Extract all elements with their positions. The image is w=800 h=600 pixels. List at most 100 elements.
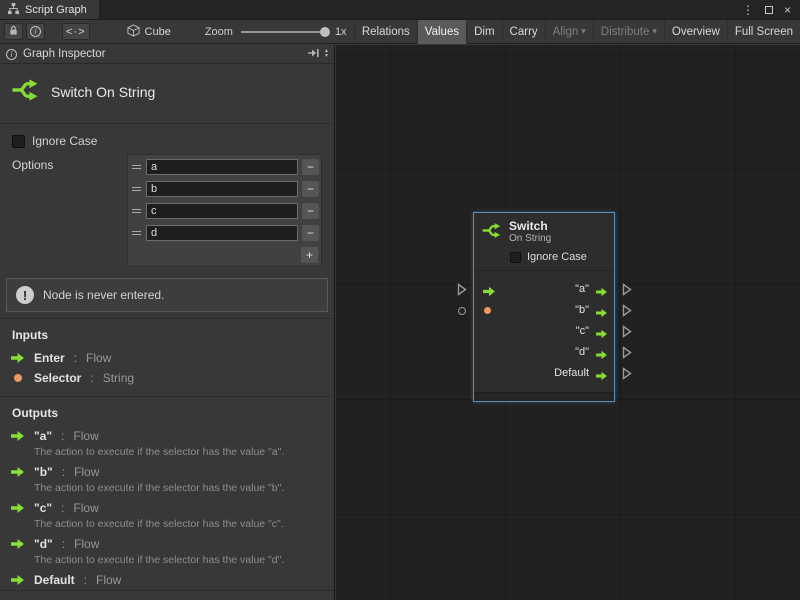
unit-title-block: Switch On String [0,64,334,123]
drag-handle-icon[interactable] [130,187,142,191]
port-type: Flow [73,429,98,443]
flow-input-port[interactable] [457,283,467,304]
flow-arrow-icon [10,430,25,442]
align-button[interactable]: Align ▾ [545,20,593,44]
switch-on-string-node[interactable]: Switch On String Ignore Case "a" [473,212,615,402]
port-name: Selector [34,371,81,385]
spin-down-icon[interactable]: ▾ [325,54,328,59]
warning-text: Node is never entered. [43,288,164,302]
option-input[interactable] [146,159,298,175]
distribute-button[interactable]: Distribute ▾ [593,20,664,44]
node-footer [474,392,614,401]
flow-arrow-icon[interactable] [595,368,608,389]
flow-output-port[interactable] [622,367,632,388]
port-type: Flow [86,351,111,365]
output-port-row: Default : Flow [0,570,334,590]
chevron-down-icon: ▾ [652,27,657,36]
zoom-slider[interactable] [241,31,327,33]
flow-output-port[interactable] [622,346,632,367]
output-port-row: "a" : Flow [0,426,334,446]
add-option-button[interactable]: + [301,247,318,263]
full-screen-button[interactable]: Full Screen [727,20,800,44]
node-title: Switch [509,220,551,233]
graph-context[interactable]: Cube [127,24,171,40]
values-button[interactable]: Values [417,20,466,44]
kebab-menu-icon[interactable]: ⋮ [742,3,754,17]
ignore-case-checkbox[interactable] [510,252,521,263]
tab-script-graph[interactable]: Script Graph [0,0,99,19]
remove-option-button[interactable]: − [302,181,319,197]
lock-button[interactable] [4,23,23,40]
option-item: − [130,156,319,178]
option-input[interactable] [146,203,298,219]
options-label: Options [12,154,127,267]
dock-icon[interactable] [307,48,320,61]
overview-button[interactable]: Overview [664,20,727,44]
port-row: "c" [474,321,614,342]
port-name: "b" [34,465,53,479]
flow-output-port[interactable] [622,304,632,325]
port-description: The action to execute if the selector ha… [0,446,334,462]
port-type: String [103,371,134,385]
drag-handle-icon[interactable] [130,209,142,213]
lock-icon [8,25,19,39]
flow-arrow-icon [10,352,25,364]
tab-strip: Script Graph ⋮ × [0,0,800,20]
inspect-toggle-button[interactable]: i [26,23,45,40]
options-list: − − − − + [127,154,322,267]
option-input[interactable] [146,181,298,197]
input-port-row: Selector : String [0,368,334,388]
node-header: Switch On String [474,213,614,248]
drag-handle-icon[interactable] [130,165,142,169]
port-type: Flow [74,465,99,479]
switch-unit-icon [10,75,40,108]
flow-output-port[interactable] [622,325,632,346]
inspector-header-title: Graph Inspector [23,48,105,60]
distribute-label: Distribute [601,26,650,38]
close-icon[interactable]: × [784,3,791,17]
option-input[interactable] [146,225,298,241]
remove-option-button[interactable]: − [302,159,319,175]
remove-option-button[interactable]: − [302,203,319,219]
string-dot-icon [10,374,25,382]
port-name: "a" [34,429,52,443]
zoom-slider-handle[interactable] [320,27,330,37]
output-port-row: "d" : Flow [0,534,334,554]
info-icon: i [30,26,41,37]
graph-canvas[interactable]: Switch On String Ignore Case "a" [336,45,800,600]
carry-button[interactable]: Carry [502,20,545,44]
zoom-value: 1x [335,26,347,38]
port-row: "d" [474,342,614,363]
chevron-down-icon: ▾ [581,27,586,36]
port-row: "b" [474,300,614,321]
graph-inspector-panel: i Graph Inspector ▴ ▾ Switch On String I… [0,45,335,600]
flow-arrow-icon [10,574,25,586]
inspector-header: i Graph Inspector ▴ ▾ [0,45,334,64]
selector-input-port[interactable] [458,307,466,315]
inspector-footer [0,590,334,600]
port-name: "c" [34,501,52,515]
code-view-button[interactable]: <·> [62,23,90,40]
option-item: − [130,200,319,222]
ignore-case-checkbox[interactable] [12,135,25,148]
remove-option-button[interactable]: − [302,225,319,241]
flow-arrow-icon [10,502,25,514]
selector-dot-icon[interactable] [484,307,491,314]
flow-output-port[interactable] [622,283,632,304]
outputs-header: Outputs [0,397,334,426]
spinner-icon[interactable]: ▴ ▾ [325,49,328,59]
drag-handle-icon[interactable] [130,231,142,235]
node-ports: "a" "b" [474,271,614,389]
port-label: "a" [575,283,589,295]
relations-button[interactable]: Relations [354,20,417,44]
ignore-case-label: Ignore Case [527,251,587,263]
port-label: "b" [575,304,589,316]
context-label: Cube [145,26,171,38]
maximize-icon[interactable] [765,6,773,14]
align-label: Align [553,26,579,38]
inputs-header: Inputs [0,319,334,348]
option-item: − [130,222,319,244]
info-icon: i [6,49,17,60]
dim-button[interactable]: Dim [466,20,501,44]
node-ignore-case-row: Ignore Case [474,248,614,270]
